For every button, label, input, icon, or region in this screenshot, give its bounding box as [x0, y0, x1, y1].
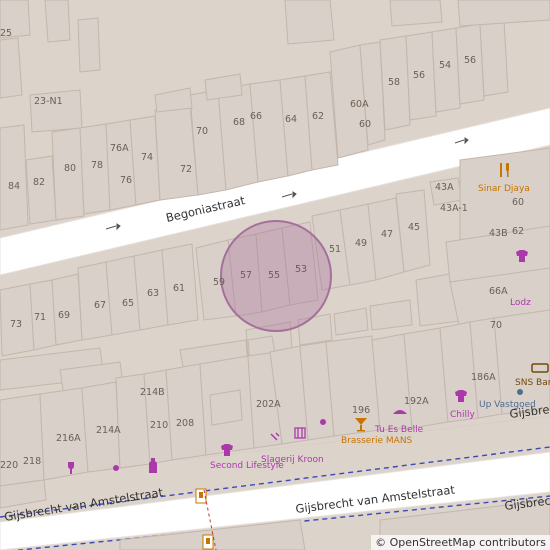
- svg-text:73: 73: [10, 319, 22, 330]
- svg-text:Chilly: Chilly: [450, 410, 475, 420]
- svg-text:220: 220: [0, 460, 18, 471]
- svg-text:218: 218: [23, 456, 41, 467]
- svg-text:80: 80: [64, 163, 76, 174]
- svg-text:60: 60: [512, 197, 524, 208]
- svg-text:61: 61: [173, 283, 185, 294]
- svg-text:208: 208: [176, 418, 194, 429]
- svg-text:74: 74: [141, 152, 153, 163]
- svg-text:43A-1: 43A-1: [440, 203, 468, 214]
- svg-text:214B: 214B: [140, 387, 165, 398]
- svg-text:64: 64: [285, 114, 297, 125]
- svg-text:55: 55: [268, 270, 280, 281]
- svg-text:54: 54: [439, 60, 451, 71]
- svg-text:84: 84: [8, 181, 20, 192]
- svg-text:71: 71: [34, 312, 46, 323]
- svg-text:49: 49: [355, 238, 367, 249]
- svg-text:56: 56: [464, 55, 476, 66]
- svg-text:62: 62: [512, 226, 524, 237]
- svg-text:210: 210: [150, 420, 168, 431]
- svg-text:70: 70: [490, 320, 502, 331]
- svg-text:43B: 43B: [489, 228, 508, 239]
- svg-text:Up Vastgoed: Up Vastgoed: [479, 400, 536, 410]
- svg-text:SNS Bank: SNS Bank: [515, 378, 550, 388]
- svg-text:82: 82: [33, 177, 45, 188]
- svg-text:53: 53: [295, 264, 307, 275]
- svg-text:23-N1: 23-N1: [34, 96, 63, 107]
- svg-text:72: 72: [180, 164, 192, 175]
- svg-text:25: 25: [0, 28, 12, 39]
- svg-text:216A: 216A: [56, 433, 81, 444]
- office-icon: [517, 389, 523, 395]
- svg-text:78: 78: [91, 160, 103, 171]
- svg-text:67: 67: [94, 300, 106, 311]
- svg-text:65: 65: [122, 298, 134, 309]
- svg-text:76: 76: [120, 175, 132, 186]
- svg-text:69: 69: [58, 310, 70, 321]
- svg-text:59: 59: [213, 277, 225, 288]
- svg-text:45: 45: [408, 222, 420, 233]
- svg-text:62: 62: [312, 111, 324, 122]
- svg-text:Second Lifestyle: Second Lifestyle: [210, 461, 284, 471]
- svg-text:Sinar Djaya: Sinar Djaya: [478, 184, 530, 194]
- svg-text:214A: 214A: [96, 425, 121, 436]
- transit-stop-icon[interactable]: [202, 534, 214, 550]
- svg-text:76A: 76A: [110, 143, 129, 154]
- svg-text:63: 63: [147, 288, 159, 299]
- svg-text:196: 196: [352, 405, 370, 416]
- svg-text:47: 47: [381, 229, 393, 240]
- map-svg: Begoniastraat Gijsbrecht van Amstelstraa…: [0, 0, 550, 550]
- svg-text:66A: 66A: [489, 286, 508, 297]
- map-attribution[interactable]: © OpenStreetMap contributors: [371, 535, 550, 550]
- svg-text:68: 68: [233, 117, 245, 128]
- svg-text:Brasserie MANS: Brasserie MANS: [341, 436, 413, 446]
- svg-text:Lodz: Lodz: [510, 298, 531, 308]
- svg-text:51: 51: [329, 244, 341, 255]
- svg-text:56: 56: [413, 70, 425, 81]
- svg-text:58: 58: [388, 77, 400, 88]
- svg-text:70: 70: [196, 126, 208, 137]
- svg-text:66: 66: [250, 111, 262, 122]
- shop-dot[interactable]: [320, 419, 326, 425]
- svg-text:60A: 60A: [350, 99, 369, 110]
- svg-text:57: 57: [240, 270, 252, 281]
- svg-text:Tu Es Belle: Tu Es Belle: [374, 425, 424, 435]
- svg-text:202A: 202A: [256, 399, 281, 410]
- map-canvas[interactable]: Begoniastraat Gijsbrecht van Amstelstraa…: [0, 0, 550, 550]
- svg-text:60: 60: [359, 119, 371, 130]
- svg-text:43A: 43A: [435, 182, 454, 193]
- svg-text:192A: 192A: [404, 396, 429, 407]
- shop-dot[interactable]: [113, 465, 119, 471]
- svg-text:186A: 186A: [471, 372, 496, 383]
